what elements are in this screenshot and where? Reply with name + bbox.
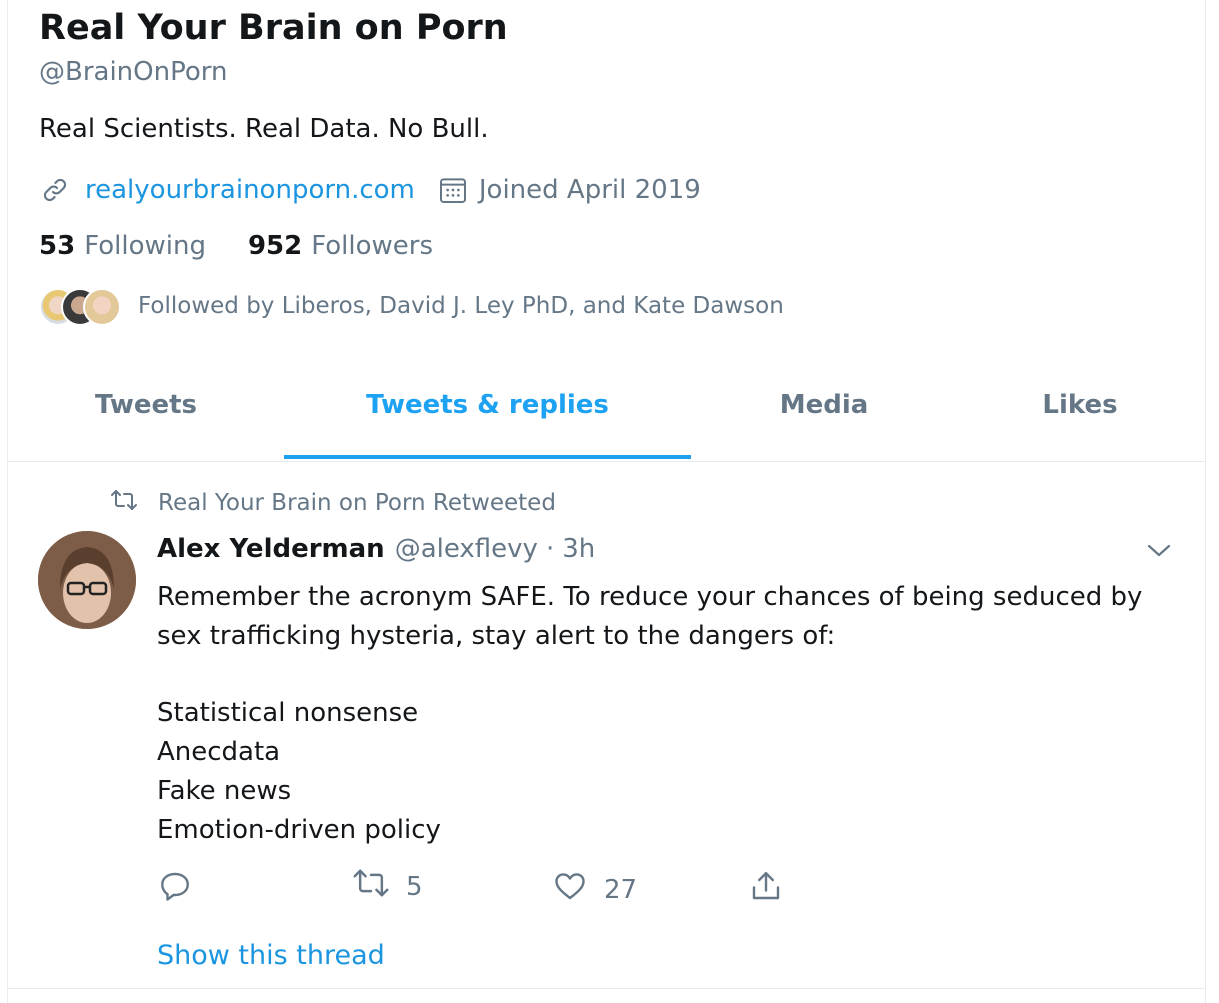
link-icon	[39, 174, 71, 206]
tweet-header: Alex Yelderman @alexflevy · 3h	[157, 534, 595, 564]
tweet-text-line: Remember the acronym SAFE. To reduce you…	[157, 582, 1143, 612]
tab-tweets-and-replies[interactable]: Tweets & replies	[284, 390, 691, 420]
tweet-text-line: sex trafficking hysteria, stay alert to …	[157, 621, 836, 651]
retweet-button[interactable]: 5	[352, 868, 423, 905]
like-button[interactable]: 27	[552, 868, 637, 911]
tab-media[interactable]: Media	[724, 390, 924, 420]
following-label: Following	[84, 231, 206, 261]
followed-by-avatars	[39, 286, 121, 326]
profile-display-name: Real Your Brain on Porn	[39, 8, 508, 48]
show-thread-link[interactable]: Show this thread	[157, 940, 385, 971]
profile-stats: 53 Following 952 Followers	[39, 231, 433, 261]
followed-by[interactable]: Followed by Liberos, David J. Ley PhD, a…	[39, 286, 784, 326]
tab-tweets[interactable]: Tweets	[46, 390, 246, 420]
tabs-divider	[7, 461, 1205, 462]
active-tab-indicator	[284, 455, 691, 459]
following-count: 53	[39, 231, 76, 261]
tweet-text-line: Emotion-driven policy	[157, 815, 441, 845]
share-icon	[748, 868, 784, 911]
heart-icon	[552, 868, 588, 911]
profile-joined-date: Joined April 2019	[478, 175, 701, 205]
tweet-text-line: Fake news	[157, 776, 292, 806]
retweet-count: 5	[406, 871, 423, 902]
calendar-icon	[437, 174, 469, 206]
following-stat[interactable]: 53 Following	[39, 231, 206, 261]
retweet-icon	[352, 868, 390, 905]
profile-bio: Real Scientists. Real Data. No Bull.	[39, 114, 489, 144]
avatar	[83, 288, 121, 326]
tweet-author-handle[interactable]: @alexflevy	[395, 534, 538, 564]
reply-icon	[157, 868, 193, 911]
followers-label: Followers	[311, 231, 434, 261]
profile-website-link[interactable]: realyourbrainonporn.com	[85, 175, 415, 205]
tweet-separator: ·	[545, 534, 555, 564]
tweet-text-line: Anecdata	[157, 737, 281, 767]
chevron-down-icon[interactable]	[1146, 540, 1172, 564]
retweet-icon	[110, 489, 158, 517]
share-button[interactable]	[748, 868, 784, 911]
profile-handle: @BrainOnPorn	[39, 57, 228, 87]
retweet-context-text: Real Your Brain on Porn Retweeted	[158, 490, 556, 516]
tweet-divider	[7, 988, 1205, 989]
retweet-context: Real Your Brain on Porn Retweeted	[110, 489, 556, 517]
tweet-timestamp[interactable]: 3h	[562, 534, 595, 564]
tweet-text-line: Statistical nonsense	[157, 698, 419, 728]
tweet-text: Remember the acronym SAFE. To reduce you…	[157, 578, 1167, 850]
tab-likes[interactable]: Likes	[980, 390, 1180, 420]
followers-stat[interactable]: 952 Followers	[248, 231, 433, 261]
profile-meta: realyourbrainonporn.com Joined April 201…	[39, 170, 701, 210]
followers-count: 952	[247, 231, 303, 261]
reply-button[interactable]	[157, 868, 193, 911]
like-count: 27	[604, 874, 638, 905]
tweet-author-name[interactable]: Alex Yelderman	[157, 534, 385, 564]
avatar[interactable]	[38, 531, 136, 629]
followed-by-text: Followed by Liberos, David J. Ley PhD, a…	[138, 293, 784, 319]
